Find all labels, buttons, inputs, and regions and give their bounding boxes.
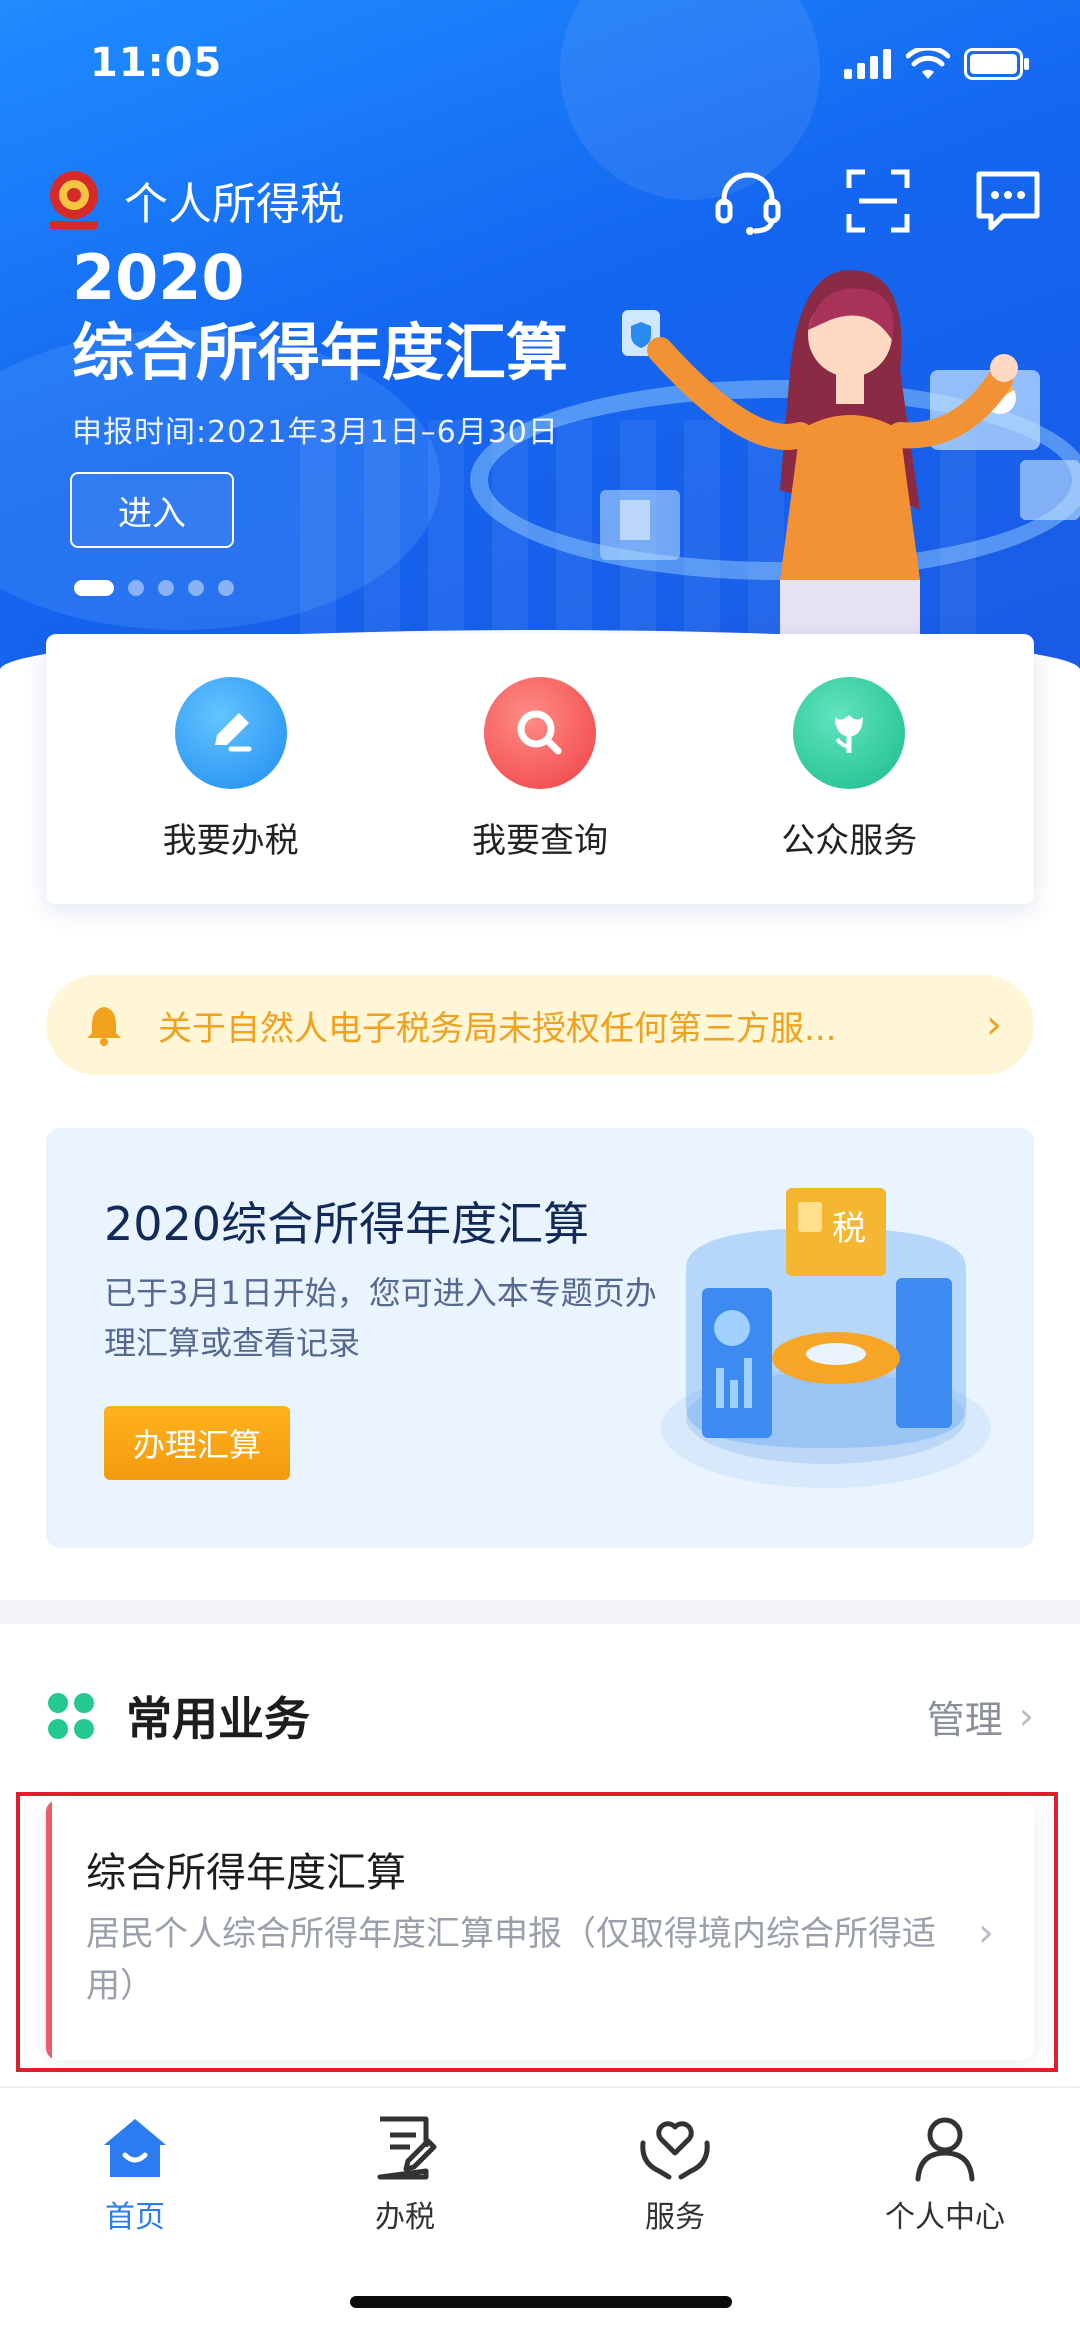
scan-icon: [846, 169, 910, 233]
notice-text: 关于自然人电子税务局未授权任何第三方服...: [158, 1008, 837, 1049]
quick-action-public-service[interactable]: 公众服务: [719, 676, 979, 862]
tax-emblem-logo: [50, 171, 98, 229]
quick-action-query[interactable]: 我要查询: [410, 676, 670, 862]
bell-icon: [87, 1007, 121, 1046]
banner-text: 2020 综合所得年度汇算 申报时间:2021年3月1日–6月30日: [72, 245, 568, 451]
quick-action-label: 我要办税: [162, 820, 299, 861]
section-title: 常用业务: [126, 1692, 310, 1746]
header-actions: [712, 165, 1044, 237]
status-time: 11:05: [90, 40, 223, 86]
app-header: 个人所得税: [40, 160, 344, 240]
tab-label: 个人中心: [885, 2200, 1005, 2235]
woman-illustration: [600, 270, 1080, 650]
section-divider: [0, 1600, 1080, 1624]
document-edit-icon: [365, 2108, 445, 2188]
hero-banner[interactable]: 11:05 个人所得税 2020 综合所得年度汇算 申报时间:2021年3月1日…: [0, 0, 1080, 720]
handle-settlement-button[interactable]: 办理汇算: [104, 1406, 290, 1480]
chat-bubble-icon: [976, 171, 1040, 231]
quick-action-label: 我要查询: [471, 820, 608, 861]
status-bar: 11:05: [0, 0, 1080, 140]
tab-personal-center[interactable]: 个人中心: [845, 2108, 1045, 2236]
tab-label: 服务: [645, 2200, 705, 2235]
promo-title: 2020综合所得年度汇算: [104, 1197, 590, 1251]
manage-button[interactable]: 管理 ›: [927, 1689, 1034, 1744]
banner-headline: 综合所得年度汇算: [72, 316, 569, 389]
home-indicator: [350, 2296, 732, 2308]
magnifier-icon: [483, 676, 596, 789]
wifi-icon: [906, 48, 950, 79]
chevron-right-icon: ›: [978, 1910, 994, 1956]
tax-cylinder-illustration: 税: [661, 1188, 991, 1488]
person-icon: [905, 2108, 985, 2188]
tab-label: 办税: [375, 2200, 435, 2235]
signal-icon: [844, 49, 891, 79]
promo-description: 已于3月1日开始，您可进入本专题页办理汇算或查看记录: [104, 1274, 657, 1362]
carousel-dot[interactable]: [128, 580, 144, 596]
quick-action-label: 公众服务: [781, 820, 918, 861]
headset-icon: [715, 172, 781, 235]
carousel-dot[interactable]: [158, 580, 174, 596]
tab-handle-tax[interactable]: 办税: [305, 2108, 505, 2236]
carousel-dot[interactable]: [188, 580, 204, 596]
status-icons: [844, 48, 1030, 80]
carousel-indicator[interactable]: [74, 580, 234, 596]
notice-bar[interactable]: 关于自然人电子税务局未授权任何第三方服... ›: [46, 975, 1034, 1075]
scan-button[interactable]: [842, 165, 914, 237]
common-services-header: 常用业务 管理 ›: [46, 1676, 1034, 1756]
customer-service-button[interactable]: [712, 165, 784, 237]
tulip-icon: [793, 676, 906, 789]
banner-period: 申报时间:2021年3月1日–6月30日: [72, 415, 559, 450]
banner-enter-button[interactable]: 进入: [70, 472, 234, 548]
quick-action-handle-tax[interactable]: 我要办税: [101, 676, 361, 862]
home-icon: [95, 2108, 175, 2188]
battery-icon: [964, 48, 1029, 80]
banner-year: 2020: [72, 241, 245, 314]
promo-image-tag: 税: [832, 1209, 866, 1249]
chevron-right-icon: ›: [1018, 1694, 1034, 1738]
chevron-right-icon: ›: [986, 1002, 1002, 1048]
tab-label: 首页: [105, 2200, 165, 2235]
pen-edit-icon: [174, 676, 287, 789]
annual-settlement-promo-card[interactable]: 2020综合所得年度汇算 已于3月1日开始，您可进入本专题页办理汇算或查看记录 …: [46, 1128, 1034, 1548]
heart-hand-icon: [635, 2108, 715, 2188]
quick-actions-card: 我要办税 我要查询 公众服务: [46, 634, 1034, 904]
app-title: 个人所得税: [124, 179, 344, 230]
carousel-dot-active[interactable]: [74, 580, 114, 596]
message-button[interactable]: [972, 165, 1044, 237]
service-item-description: 居民个人综合所得年度汇算申报（仅取得境内综合所得适用）: [86, 1914, 936, 2006]
tab-service[interactable]: 服务: [575, 2108, 775, 2236]
service-item-annual-settlement[interactable]: 综合所得年度汇算 居民个人综合所得年度汇算申报（仅取得境内综合所得适用） ›: [46, 1800, 1034, 2060]
carousel-dot[interactable]: [218, 580, 234, 596]
four-dots-grid-icon: [48, 1693, 94, 1739]
card-accent-stripe: [46, 1800, 52, 2060]
service-item-title: 综合所得年度汇算: [86, 1850, 406, 1896]
manage-label: 管理: [926, 1697, 1003, 1742]
tab-home[interactable]: 首页: [35, 2108, 235, 2236]
